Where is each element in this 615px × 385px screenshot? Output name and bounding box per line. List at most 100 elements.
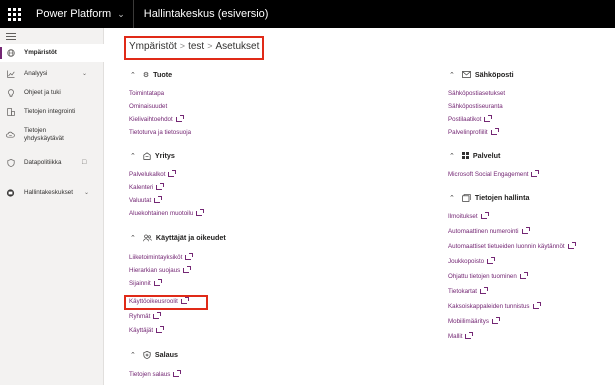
shield-lock-icon [143,350,151,359]
settings-link[interactable]: Sähköpostiasetukset [448,90,505,97]
sidebar: Ympäristöt Analyysi ⌄ Ohjeet ja tuki Tie… [0,28,104,385]
sidebar-item-data-policies[interactable]: Datapolitiikka □ [0,154,104,171]
settings-link[interactable]: Kielivaihtoehdot [129,115,184,123]
external-link-icon [465,332,474,339]
windows-icon [461,152,469,159]
external-link-icon [180,297,189,304]
section-header-email[interactable]: ⌃ Sähköposti [449,70,514,79]
breadcrumb: Ympäristöt > test > Asetukset [129,41,259,52]
external-link-icon [491,317,500,324]
settings-link[interactable]: Valuutat [129,196,163,204]
brand-menu[interactable]: Power Platform ⌄ [36,0,125,28]
settings-link[interactable]: Liiketoimintayksiköt [129,253,194,261]
section-title: Yritys [154,151,175,160]
globe-icon [6,49,15,58]
section-header-services[interactable]: ⌃ Palvelut [449,151,500,160]
cloud-gateway-icon [6,131,15,140]
settings-link[interactable]: Ominaisuudet [129,103,167,110]
external-link-icon [154,196,163,203]
settings-link[interactable]: Tietojen salaus [129,370,182,378]
sidebar-item-environments[interactable]: Ympäristöt [0,44,104,62]
settings-link[interactable]: Microsoft Social Engagement [448,170,540,178]
external-link-icon [567,242,576,249]
settings-link[interactable]: Automaattiset tietueiden luonnin käytänn… [448,242,576,250]
settings-link[interactable]: Ilmoitukset [448,212,489,220]
chevron-up-icon: ⌃ [449,152,455,160]
brand-label: Power Platform [36,8,112,20]
chevron-up-icon: ⌃ [130,351,136,359]
people-icon [143,234,152,242]
sidebar-item-label: Datapolitiikka [24,158,62,166]
external-link-icon [484,115,493,122]
settings-link[interactable]: Aluekohtainen muotoilu [129,209,205,217]
external-link-icon [156,326,165,333]
external-link-icon [153,279,162,286]
settings-link[interactable]: Mallit [448,332,474,340]
sidebar-item-admin-centers[interactable]: Hallintakeskukset ⌄ [0,184,104,201]
section-header-product[interactable]: ⌃ ⚙ Tuote [130,70,172,79]
divider [132,0,134,28]
admin-center-icon [6,188,15,197]
breadcrumb-separator: > [179,41,186,51]
settings-link[interactable]: Kaksoiskappaleiden tunnistus [448,302,541,310]
settings-link[interactable]: Käyttäjät [129,326,165,334]
hamburger-icon[interactable] [6,33,16,42]
external-link-icon [480,287,489,294]
app-launcher-icon[interactable] [0,0,28,28]
chevron-down-icon: ⌄ [117,8,125,19]
settings-link[interactable]: Automaattinen numerointi [448,227,530,235]
settings-link[interactable]: Palvelinprofiilit [448,128,499,136]
settings-link[interactable]: Joukkopoisto [448,257,496,265]
chart-line-icon [6,69,15,78]
settings-link[interactable]: Sijainnit [129,279,162,287]
external-link-icon [490,128,499,135]
external-link-icon: □ [82,159,87,166]
section-title: Sähköposti [474,70,514,79]
sidebar-item-analytics[interactable]: Analyysi ⌄ [0,65,104,82]
app-title: Hallintakeskus (esiversio) [143,8,269,20]
external-link-icon [175,115,184,122]
security-roles-link[interactable]: Käyttöoikeusroolit [129,297,189,305]
external-link-icon [183,266,192,273]
settings-link[interactable]: Ohjattu tietojen tuominen [448,272,528,280]
shield-icon [6,158,15,167]
settings-link[interactable]: Tietoturva ja tietosuoja [129,129,191,136]
section-header-users-permissions[interactable]: ⌃ Käyttäjät ja oikeudet [130,233,226,242]
sidebar-item-data-gateways[interactable]: Tietojen yhdyskäytävät [0,122,104,148]
settings-link[interactable]: Sähköpostiseuranta [448,103,503,110]
external-link-icon [480,212,489,219]
sidebar-item-label: Analyysi [24,69,48,77]
breadcrumb-item-environment[interactable]: test [188,41,204,52]
settings-link[interactable]: Postilaatikot [448,115,493,123]
settings-link[interactable]: Toimintatapa [129,90,164,97]
gear-icon: ⚙ [142,71,150,79]
section-header-encryption[interactable]: ⌃ Salaus [130,350,178,359]
chevron-down-icon: ⌄ [82,71,88,77]
chevron-up-icon: ⌃ [130,71,136,79]
section-title: Tietojen hallinta [474,193,530,202]
lightbulb-icon [6,88,15,97]
settings-link[interactable]: Mobiilimääritys [448,317,500,325]
chevron-up-icon: ⌃ [130,234,136,242]
settings-link[interactable]: Hierarkian suojaus [129,266,192,274]
breadcrumb-item-environments[interactable]: Ympäristöt [129,41,177,52]
external-link-icon [487,257,496,264]
settings-link[interactable]: Tietokartat [448,287,489,295]
top-bar: Power Platform ⌄ Hallintakeskus (esivers… [0,0,615,28]
section-header-data-management[interactable]: ⌃ Tietojen hallinta [449,193,529,202]
section-title: Tuote [153,70,173,79]
mail-icon [462,71,471,78]
sidebar-item-data-integration[interactable]: Tietojen integrointi [0,103,104,120]
external-link-icon [196,209,205,216]
external-link-icon [173,370,182,377]
sidebar-item-help[interactable]: Ohjeet ja tuki [0,84,104,101]
chevron-up-icon: ⌃ [449,71,455,79]
data-integration-icon [6,107,15,116]
external-link-icon [531,170,540,177]
section-header-business[interactable]: ⌃ Yritys [130,151,175,160]
settings-link[interactable]: Palvelukalkot [129,170,177,178]
settings-link[interactable]: Kalenteri [129,183,165,191]
breadcrumb-item-settings: Asetukset [215,41,260,52]
sidebar-item-label: Tietojen yhdyskäytävät [24,127,64,142]
settings-link[interactable]: Ryhmät [129,312,162,320]
